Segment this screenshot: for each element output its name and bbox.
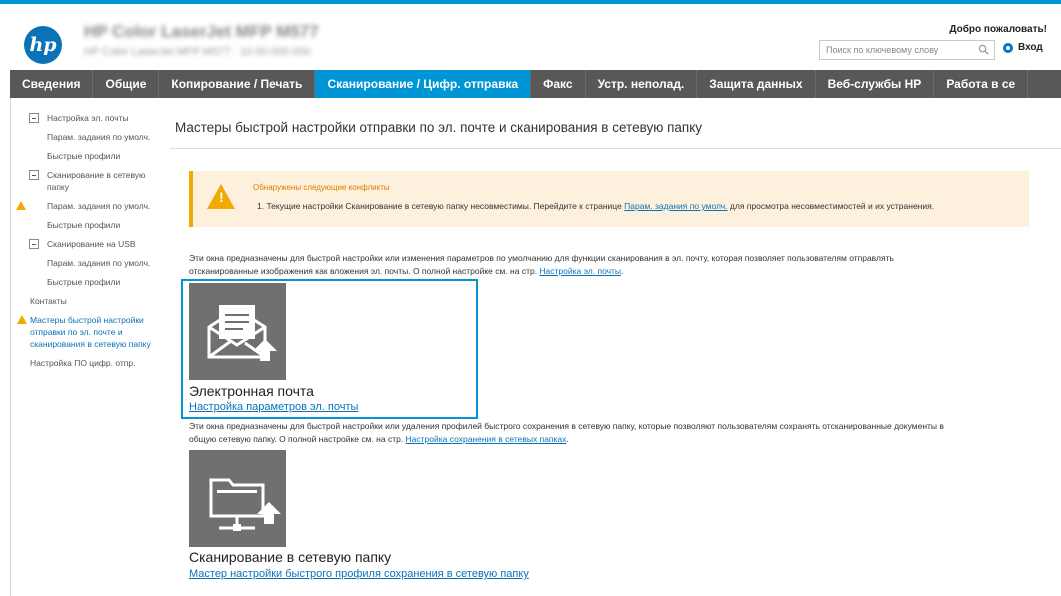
- folder-card-title: Сканирование в сетевую папку: [189, 549, 392, 565]
- tab-networking[interactable]: Работа в се: [934, 70, 1029, 98]
- envelope-send-icon: [207, 305, 277, 361]
- sidebar-item-digital-sending-software[interactable]: Настройка ПО цифр. отпр.: [14, 357, 164, 369]
- sidebar-item-label: Мастеры быстрой настройки отправки по эл…: [30, 315, 151, 349]
- warning-icon: [16, 201, 26, 210]
- conflict-alert: ! Обнаружены следующие конфликты 1. Теку…: [189, 171, 1029, 227]
- sidebar-item-label: Сканирование в сетевую папку: [47, 170, 146, 192]
- sidebar-item-scan-to-usb[interactable]: Сканирование на USB: [14, 238, 164, 250]
- alert-heading: Обнаружены следующие конфликты: [253, 183, 390, 192]
- sidebar-item-contacts[interactable]: Контакты: [14, 295, 164, 307]
- sidebar-item-folder-defaults[interactable]: Парам. задания по умолч.: [14, 200, 164, 212]
- main-nav: Сведения Общие Копирование / Печать Скан…: [10, 70, 1061, 98]
- page-title: Мастеры быстрой настройки отправки по эл…: [175, 120, 703, 135]
- sidebar-item-label: Быстрые профили: [47, 277, 121, 287]
- email-description-line1: Эти окна предназначены для быстрой настр…: [189, 253, 894, 263]
- email-description: Эти окна предназначены для быстрой настр…: [189, 252, 1049, 278]
- welcome-text: Добро пожаловать!: [949, 24, 1047, 35]
- sidebar-item-email-setup[interactable]: Настройка эл. почты: [14, 112, 164, 124]
- warning-exclamation: !: [219, 189, 224, 205]
- folder-wizard-tile[interactable]: [189, 450, 286, 547]
- sidebar-item-folder-quicksets[interactable]: Быстрые профили: [14, 219, 164, 231]
- device-subtitle: HP Color LaserJet MFP M577 · 10.00.000.0…: [84, 46, 311, 58]
- sidebar-item-scan-to-folder[interactable]: Сканирование в сетевую папку: [14, 169, 164, 193]
- email-setup-link[interactable]: Настройка эл. почты: [539, 266, 621, 276]
- sidebar: Настройка эл. почты Парам. задания по ум…: [14, 112, 164, 376]
- tab-security[interactable]: Защита данных: [697, 70, 816, 98]
- collapse-icon[interactable]: [29, 113, 39, 123]
- sidebar-item-label: Парам. задания по умолч.: [47, 132, 151, 142]
- tab-copy-print[interactable]: Копирование / Печать: [159, 70, 316, 98]
- folder-description-text: общую сетевую папку. О полной настройке …: [189, 434, 406, 444]
- content-border: [10, 98, 11, 596]
- tab-web-services[interactable]: Веб-службы HP: [816, 70, 935, 98]
- folder-description-line1: Эти окна предназначены для быстрой настр…: [189, 421, 944, 431]
- sidebar-item-quick-setup-wizards[interactable]: Мастеры быстрой настройки отправки по эл…: [14, 314, 164, 350]
- user-icon: [1003, 42, 1013, 53]
- sidebar-item-label: Настройка ПО цифр. отпр.: [30, 358, 136, 368]
- hp-logo[interactable]: hp: [24, 26, 62, 64]
- tab-general[interactable]: Общие: [93, 70, 160, 98]
- email-card-title: Электронная почта: [189, 383, 314, 399]
- header: hp HP Color LaserJet MFP M577 HP Color L…: [0, 4, 1061, 68]
- tab-info[interactable]: Сведения: [10, 70, 94, 98]
- email-settings-link[interactable]: Настройка параметров эл. почты: [189, 401, 358, 413]
- search-input[interactable]: Поиск по ключевому слову: [819, 40, 995, 60]
- sidebar-item-label: Быстрые профили: [47, 151, 121, 161]
- sidebar-item-usb-defaults[interactable]: Парам. задания по умолч.: [14, 257, 164, 269]
- alert-message: 1. Текущие настройки Сканирование в сете…: [257, 201, 934, 211]
- search-placeholder: Поиск по ключевому слову: [826, 45, 939, 55]
- title-divider: [170, 148, 1061, 149]
- tab-scan-digital-send[interactable]: Сканирование / Цифр. отправка: [315, 70, 532, 98]
- alert-text-end: для просмотра несовместимостей и их устр…: [727, 201, 935, 211]
- sidebar-item-label: Быстрые профили: [47, 220, 121, 230]
- login-label: Вход: [1018, 42, 1043, 53]
- email-description-line2: отсканированные изображения как вложения…: [189, 266, 624, 276]
- sidebar-item-label: Сканирование на USB: [47, 239, 136, 249]
- sidebar-item-email-quicksets[interactable]: Быстрые профили: [14, 150, 164, 162]
- collapse-icon[interactable]: [29, 239, 39, 249]
- tab-fax[interactable]: Факс: [531, 70, 586, 98]
- network-folder-icon: [209, 478, 281, 531]
- sidebar-item-label: Парам. задания по умолч.: [47, 258, 151, 268]
- sidebar-item-usb-quicksets[interactable]: Быстрые профили: [14, 276, 164, 288]
- folder-description: Эти окна предназначены для быстрой настр…: [189, 420, 1049, 446]
- sidebar-item-label: Настройка эл. почты: [47, 113, 129, 123]
- sidebar-item-label: Контакты: [30, 296, 67, 306]
- warning-icon: [17, 315, 27, 324]
- folder-quickset-wizard-link[interactable]: Мастер настройки быстрого профиля сохран…: [189, 568, 529, 580]
- folder-description-line2: общую сетевую папку. О полной настройке …: [189, 434, 569, 444]
- email-wizard-tile[interactable]: [189, 283, 286, 380]
- sidebar-item-label: Парам. задания по умолч.: [47, 201, 151, 211]
- alert-text-start: 1. Текущие настройки Сканирование в сете…: [257, 201, 625, 211]
- collapse-icon[interactable]: [29, 170, 39, 180]
- tab-troubleshooting[interactable]: Устр. неполад.: [586, 70, 698, 98]
- search-icon[interactable]: [978, 44, 989, 55]
- default-job-options-link[interactable]: Парам. задания по умолч.: [624, 201, 727, 211]
- email-description-text: отсканированные изображения как вложения…: [189, 266, 540, 276]
- device-title: HP Color LaserJet MFP M577: [84, 22, 319, 41]
- login-link[interactable]: Вход: [1003, 42, 1043, 53]
- folder-setup-link[interactable]: Настройка сохранения в сетевых папках: [406, 434, 567, 444]
- sidebar-item-email-defaults[interactable]: Парам. задания по умолч.: [14, 131, 164, 143]
